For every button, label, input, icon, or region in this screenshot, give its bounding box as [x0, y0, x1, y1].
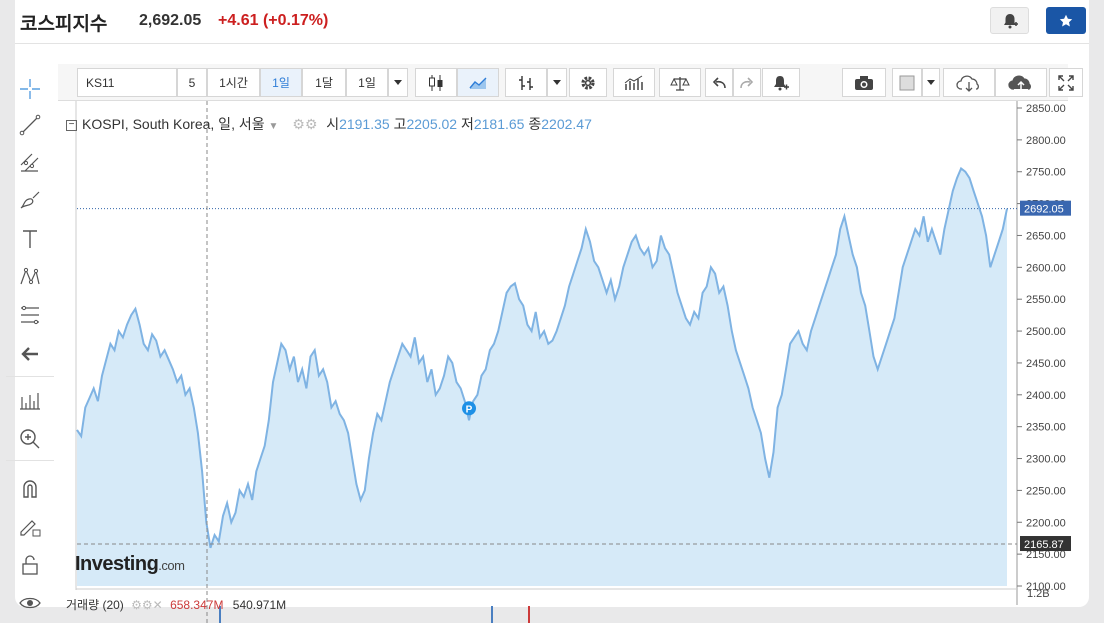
- area-series: P: [76, 166, 1008, 586]
- y-tick-label: 2350.00: [1026, 422, 1066, 434]
- legend-settings-icon[interactable]: ⚙⚙: [292, 116, 322, 133]
- low-value: 2181.65: [473, 116, 525, 132]
- crosshair-price-text: 2165.87: [1024, 539, 1064, 551]
- event-marker-label: P: [466, 404, 473, 415]
- volume-bar: [528, 606, 530, 623]
- y-tick-label: 2500.00: [1026, 326, 1066, 338]
- price-chart[interactable]: P 2850.002800.002750.002700.002650.00260…: [0, 0, 1104, 623]
- current-price-text: 2692.05: [1024, 204, 1064, 216]
- y-tick-label: 2850.00: [1026, 103, 1066, 115]
- watermark-suffix: .com: [158, 558, 185, 573]
- area-fill: [77, 168, 1007, 586]
- volume-settings-icon[interactable]: ⚙⚙✕: [131, 598, 163, 612]
- legend-dropdown-icon[interactable]: ▼: [269, 121, 279, 132]
- y-tick-label: 2550.00: [1026, 294, 1066, 306]
- y-tick-label: 2750.00: [1026, 167, 1066, 179]
- close-value: 2202.47: [541, 116, 592, 132]
- y-tick-label: 2200.00: [1026, 517, 1066, 529]
- y-axis-ticks: 2850.002800.002750.002700.002650.002600.…: [1017, 103, 1066, 593]
- high-value: 2205.02: [406, 116, 458, 132]
- open-label: 시: [326, 116, 340, 132]
- close-label: 종: [528, 116, 542, 132]
- collapse-icon[interactable]: −: [66, 119, 77, 131]
- y-tick-label: 2800.00: [1026, 135, 1066, 147]
- y-tick-label: 2650.00: [1026, 230, 1066, 242]
- investing-watermark: Investing.com: [75, 553, 185, 576]
- legend-name: KOSPI, South Korea, 일, 서울: [82, 116, 265, 132]
- open-value: 2191.35: [339, 116, 390, 132]
- high-label: 고: [393, 116, 407, 132]
- watermark-brand: Investing: [75, 553, 159, 575]
- y-tick-label: 2450.00: [1026, 358, 1066, 370]
- volume-axis-label: 1.2B: [1027, 588, 1050, 600]
- volume-value-2: 540.971M: [232, 598, 287, 612]
- y-tick-label: 2250.00: [1026, 485, 1066, 497]
- volume-value-1: 658.347M: [170, 598, 224, 612]
- y-tick-label: 2300.00: [1026, 454, 1066, 466]
- volume-legend: 거래량 (20) ⚙⚙✕ 658.347M 540.971M: [66, 596, 286, 613]
- y-tick-label: 2600.00: [1026, 262, 1066, 274]
- volume-label: 거래량 (20): [66, 598, 124, 612]
- y-tick-label: 2400.00: [1026, 390, 1066, 402]
- volume-bar: [491, 606, 493, 623]
- low-label: 저: [460, 116, 474, 132]
- series-legend: − KOSPI, South Korea, 일, 서울 ▼ ⚙⚙ 시2191.35…: [66, 114, 592, 134]
